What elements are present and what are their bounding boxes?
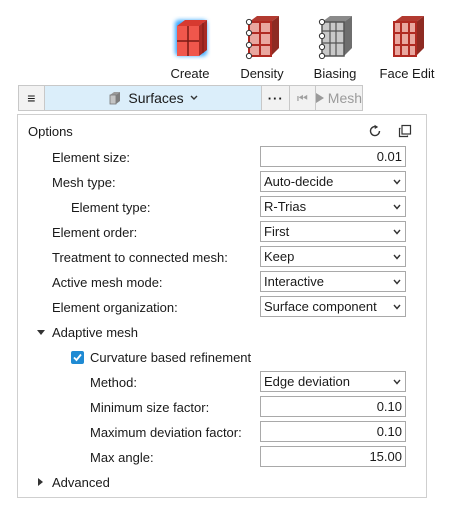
element-type-value: R-Trias [264,199,307,214]
adaptive-mesh-label[interactable]: Adaptive mesh [52,325,138,340]
element-type-select[interactable]: R-Trias [260,196,406,217]
curvature-label: Curvature based refinement [90,350,252,365]
treatment-value: Keep [264,249,295,264]
mesh-type-value: Auto-decide [264,174,334,189]
max-deviation-factor-label: Maximum deviation factor: [90,425,242,440]
method-label: Method: [90,375,137,390]
density-icon [245,16,279,60]
max-deviation-factor-input[interactable]: 0.10 [260,421,406,442]
chevron-down-icon [393,304,401,310]
create-label: Create [170,66,210,81]
expanded-triangle-icon[interactable] [36,328,46,338]
reset-icon[interactable] [367,123,383,139]
biasing-label: Biasing [313,66,357,81]
element-type-label: Element type: [71,200,151,215]
method-value: Edge deviation [264,374,351,389]
element-size-label: Element size: [52,150,131,165]
create-icon [175,20,207,56]
create-tool-button[interactable]: Create [151,12,229,86]
element-size-value: 0.01 [376,149,402,164]
play-icon [315,93,324,103]
min-size-factor-input[interactable]: 0.10 [260,396,406,417]
mesh-type-label: Mesh type: [52,175,116,190]
collapsed-triangle-icon[interactable] [36,477,46,487]
max-angle-input[interactable]: 15.00 [260,446,406,467]
min-size-factor-label: Minimum size factor: [90,400,210,415]
mesh-label: Mesh [327,90,363,106]
density-label: Density [240,66,284,81]
mesh-type-select[interactable]: Auto-decide [260,171,406,192]
curvature-checkbox[interactable] [71,351,84,364]
chevron-down-icon [190,95,198,100]
options-title: Options [28,124,73,139]
chevron-down-icon [393,279,401,285]
chevron-down-icon [393,204,401,210]
chevron-down-icon [393,229,401,235]
chevron-down-icon [393,179,401,185]
max-angle-label: Max angle: [90,450,154,465]
method-select[interactable]: Edge deviation [260,371,406,392]
active-mesh-mode-value: Interactive [264,274,324,289]
element-organization-value: Surface component [264,299,377,314]
element-order-label: Element order: [52,225,138,240]
element-size-input[interactable]: 0.01 [260,146,406,167]
skip-first-icon: ⏮ [297,90,308,105]
face-edit-icon [393,16,424,57]
popout-icon[interactable] [397,123,413,139]
element-organization-label: Element organization: [52,300,178,315]
surfaces-selector[interactable]: Surfaces [44,86,263,110]
element-organization-select[interactable]: Surface component [260,296,406,317]
face-edit-label: Face Edit [379,66,435,81]
biasing-icon [318,16,352,60]
min-size-factor-value: 0.10 [376,399,402,414]
ellipsis-icon: ··· [267,90,284,106]
chevron-down-icon [393,254,401,260]
density-tool-button[interactable]: Density [223,12,301,86]
hamburger-icon: ≡ [27,90,36,106]
menu-button[interactable]: ≡ [19,86,45,110]
more-options-button[interactable]: ··· [262,86,291,110]
chevron-down-icon [393,379,401,385]
element-order-value: First [264,224,290,239]
advanced-label[interactable]: Advanced [52,475,110,490]
skip-first-button[interactable]: ⏮ [290,86,316,110]
active-mesh-mode-label: Active mesh mode: [52,275,163,290]
treatment-select[interactable]: Keep [260,246,406,267]
active-mesh-mode-select[interactable]: Interactive [260,271,406,292]
surfaces-label: Surfaces [128,90,184,106]
face-edit-tool-button[interactable]: Face Edit [368,12,446,86]
surface-icon [110,92,121,105]
max-angle-value: 15.00 [369,449,402,464]
element-order-select[interactable]: First [260,221,406,242]
biasing-tool-button[interactable]: Biasing [296,12,374,86]
max-deviation-factor-value: 0.10 [376,424,402,439]
mesh-toolbar: ≡ Surfaces ··· ⏮ Mesh [18,85,363,111]
check-icon [73,353,82,362]
mesh-run-button[interactable]: Mesh [315,86,363,110]
treatment-label: Treatment to connected mesh: [52,250,228,265]
